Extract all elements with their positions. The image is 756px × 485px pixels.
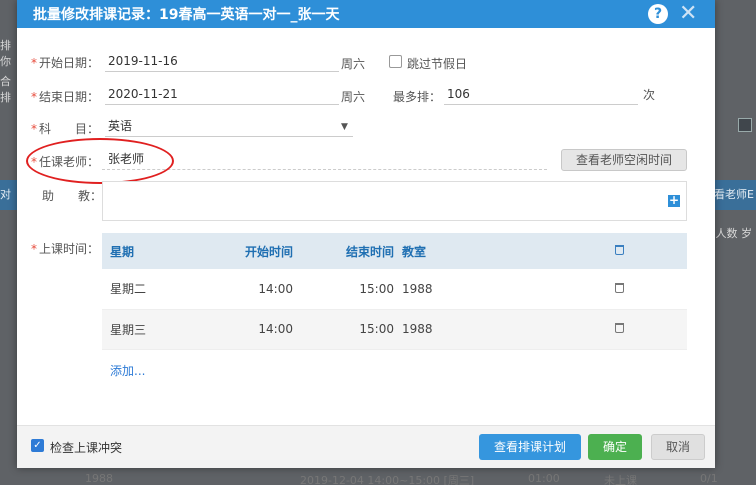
- background-table-row: 1988 2019-12-04 14:00~15:00 [周三] 01:00 未…: [0, 470, 756, 485]
- background-col-header: 岁: [741, 227, 752, 240]
- background-cell: 1988: [85, 472, 113, 485]
- start-date-field[interactable]: 2019-11-16: [105, 50, 339, 72]
- schedule-table: 星期 开始时间 结束时间 教室 星期二 14:00 15:00 1988 星期三…: [102, 233, 687, 350]
- view-schedule-plan-button[interactable]: 查看排课计划: [479, 434, 581, 460]
- room-cell[interactable]: 1988: [394, 309, 607, 350]
- column-header: 教室: [394, 233, 607, 269]
- trash-icon[interactable]: [615, 282, 624, 293]
- background-cell: 0/1: [700, 472, 718, 485]
- trash-icon[interactable]: [615, 323, 624, 333]
- dialog-title: 批量修改排课记录：19春高一英语一对一_张一天: [33, 7, 340, 23]
- column-header: 星期: [102, 233, 202, 269]
- table-row: 星期二 14:00 15:00 1988: [102, 269, 687, 310]
- chevron-down-icon: ▼: [341, 122, 348, 132]
- background-cell: 未上课: [604, 474, 637, 485]
- required-mark: *: [31, 242, 37, 256]
- skip-holiday-checkbox[interactable]: [389, 55, 402, 68]
- column-header: 结束时间: [293, 233, 394, 269]
- max-times-label: 最多排：: [393, 90, 442, 104]
- max-times-field[interactable]: 106: [444, 83, 638, 105]
- start-date-label: * 开始日期：: [31, 54, 99, 71]
- confirm-button[interactable]: 确定: [588, 434, 642, 460]
- view-teacher-free-time-button[interactable]: 查看老师空闲时间: [561, 149, 687, 171]
- close-icon[interactable]: ✕: [679, 1, 697, 27]
- table-header-row: 星期 开始时间 结束时间 教室: [102, 233, 687, 269]
- class-time-label: * 上课时间：: [31, 240, 99, 257]
- end-date-label-text: 结束日期：: [39, 90, 100, 104]
- subject-select[interactable]: 英语: [105, 115, 353, 137]
- column-header: 开始时间: [202, 233, 293, 269]
- delete-all-header: [607, 233, 687, 269]
- delete-cell: [607, 269, 687, 310]
- end-time-cell[interactable]: 15:00: [293, 269, 394, 310]
- weekday-cell: 星期三: [102, 309, 202, 350]
- background-blue-strip: 对: [0, 180, 18, 210]
- trash-icon[interactable]: [615, 245, 624, 255]
- start-date-label-text: 开始日期：: [39, 56, 100, 70]
- class-time-label-text: 上课时间：: [39, 242, 100, 256]
- add-time-link[interactable]: 添加...: [110, 362, 145, 379]
- check-conflict-label: 检查上课冲突: [50, 441, 123, 455]
- plus-icon[interactable]: +: [668, 194, 680, 207]
- room-cell[interactable]: 1988: [394, 269, 607, 310]
- background-tab: 合排: [0, 75, 11, 104]
- end-date-field[interactable]: 2020-11-21: [105, 83, 339, 105]
- skip-holiday-label: 跳过节假日: [407, 57, 468, 71]
- background-left-tabs: 排你 合排: [0, 30, 18, 110]
- background-tab: 排你: [0, 39, 11, 68]
- background-col-header: 人数: [715, 227, 738, 240]
- batch-edit-dialog: 批量修改排课记录：19春高一英语一对一_张一天 ? ✕ * 开始日期： 2019-…: [17, 0, 715, 468]
- required-mark: *: [31, 122, 37, 136]
- background-checkbox: [738, 118, 752, 132]
- check-conflict-checkbox[interactable]: ✓: [31, 439, 44, 452]
- start-time-cell[interactable]: 14:00: [202, 309, 293, 350]
- assistant-label: 助 教：: [42, 189, 103, 203]
- end-time-cell[interactable]: 15:00: [293, 309, 394, 350]
- end-date-label: * 结束日期：: [31, 88, 99, 105]
- background-cell: 01:00: [528, 472, 560, 485]
- background-cell: 2019-12-04 14:00~15:00 [周三]: [300, 474, 475, 485]
- max-times-unit: 次: [643, 88, 656, 102]
- background-blue-strip-right: 看老师E: [714, 180, 756, 210]
- start-weekday: 周六: [341, 57, 366, 71]
- required-mark: *: [31, 90, 37, 104]
- assistant-field[interactable]: [102, 181, 687, 221]
- start-time-cell[interactable]: 14:00: [202, 269, 293, 310]
- dialog-header: 批量修改排课记录：19春高一英语一对一_张一天 ? ✕: [17, 0, 715, 28]
- highlight-annotation: [26, 138, 174, 184]
- cancel-button[interactable]: 取消: [651, 434, 705, 460]
- background-right-column: 人数 岁: [714, 225, 756, 241]
- dialog-footer: ✓ 检查上课冲突 查看排课计划 确定 取消: [17, 425, 715, 468]
- required-mark: *: [31, 56, 37, 70]
- delete-cell: [607, 309, 687, 350]
- weekday-cell: 星期二: [102, 269, 202, 310]
- table-row: 星期三 14:00 15:00 1988: [102, 309, 687, 350]
- end-weekday: 周六: [341, 90, 366, 104]
- subject-label-text: 科 目：: [39, 122, 100, 136]
- help-icon[interactable]: ?: [648, 4, 668, 24]
- subject-label: * 科 目：: [31, 120, 99, 137]
